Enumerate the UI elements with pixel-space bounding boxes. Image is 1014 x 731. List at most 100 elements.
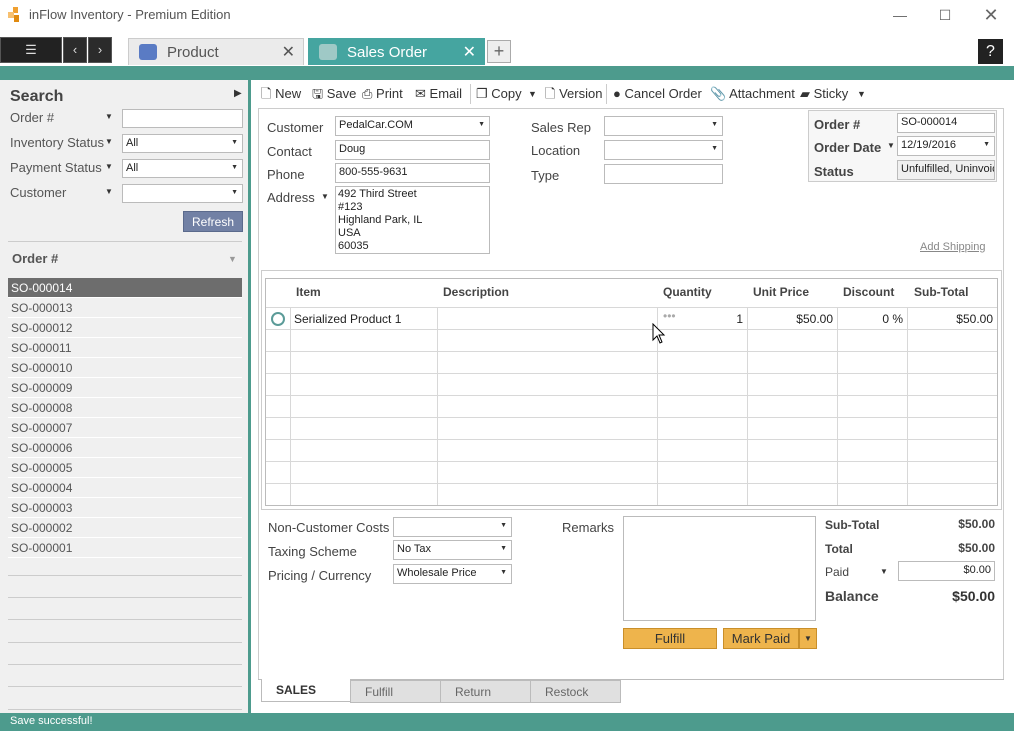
refresh-button[interactable]: Refresh (183, 211, 243, 232)
order-no-filter-input[interactable] (122, 109, 243, 128)
forward-icon[interactable]: › (88, 37, 112, 63)
order-list-header[interactable]: Order # (12, 251, 58, 266)
pricing-currency-label: Pricing / Currency (268, 568, 372, 583)
add-shipping-link[interactable]: Add Shipping (920, 241, 985, 253)
grid-line (266, 417, 997, 418)
tab-sales[interactable]: SALES (261, 679, 351, 702)
quantity-cell[interactable]: 1 (661, 312, 743, 326)
mark-paid-button[interactable]: Mark Paid (723, 628, 799, 649)
remarks-field[interactable] (623, 516, 816, 621)
header-strip (0, 66, 1014, 80)
add-tab-icon[interactable]: + (487, 40, 511, 63)
menu-icon[interactable]: ☰ (0, 37, 62, 63)
list-item[interactable]: SO-000001 (8, 538, 242, 558)
list-item[interactable]: SO-000003 (8, 498, 242, 518)
subtotal-cell[interactable]: $50.00 (911, 312, 993, 326)
divider (8, 241, 242, 242)
address-field[interactable]: 492 Third Street #123 Highland Park, IL … (335, 186, 490, 254)
list-item[interactable]: SO-000005 (8, 458, 242, 478)
sticky-dropdown-icon[interactable]: ▼ (857, 86, 866, 102)
new-button[interactable]: 🗋 New (261, 86, 301, 102)
tab-fulfill[interactable]: Fulfill (350, 680, 441, 703)
payment-status-select[interactable]: All (122, 159, 243, 178)
mark-paid-dropdown-icon[interactable]: ▼ (799, 628, 817, 649)
non-customer-costs-select[interactable] (393, 517, 512, 537)
cancel-order-button[interactable]: ● Cancel Order (613, 86, 702, 102)
fulfill-button[interactable]: Fulfill (623, 628, 717, 649)
back-icon[interactable]: ‹ (63, 37, 87, 63)
sales-rep-select[interactable] (604, 116, 723, 136)
dropdown-arrow-icon[interactable]: ▼ (105, 187, 113, 196)
list-item[interactable]: SO-000012 (8, 318, 242, 338)
save-button[interactable]: 🖫 Save (312, 86, 356, 102)
sort-arrow-icon[interactable]: ▼ (228, 254, 237, 264)
dropdown-arrow-icon[interactable]: ▼ (105, 112, 113, 121)
version-button[interactable]: 🗋 Version (545, 86, 602, 102)
tab-return[interactable]: Return (440, 680, 531, 703)
close-window-icon[interactable]: ✕ (968, 0, 1014, 30)
unit-price-cell[interactable]: $50.00 (751, 312, 833, 326)
tab-product[interactable]: Product ✕ (128, 38, 304, 65)
copy-button[interactable]: ❐ Copy (476, 86, 522, 102)
list-item[interactable]: SO-000013 (8, 298, 242, 318)
list-item[interactable]: SO-000009 (8, 378, 242, 398)
collapse-arrow-icon[interactable]: ▶ (234, 88, 242, 99)
minimize-icon[interactable]: — (877, 0, 923, 30)
list-item[interactable]: SO-000006 (8, 438, 242, 458)
row-select-radio[interactable] (271, 312, 285, 326)
order-no-label: Order # (814, 117, 861, 132)
discount-cell[interactable]: 0 % (841, 312, 903, 326)
list-item[interactable]: SO-000008 (8, 398, 242, 418)
tab-restock[interactable]: Restock (530, 680, 621, 703)
product-icon (139, 44, 157, 60)
column-header-item[interactable]: Item (296, 285, 321, 299)
toolbar-separator (470, 84, 471, 104)
column-header-discount[interactable]: Discount (843, 285, 894, 299)
grid-line (266, 483, 997, 484)
phone-field[interactable]: 800-555-9631 (335, 163, 490, 183)
list-item[interactable]: SO-000002 (8, 518, 242, 538)
window-title: inFlow Inventory - Premium Edition (29, 7, 231, 22)
list-item[interactable]: SO-000007 (8, 418, 242, 438)
close-tab-icon[interactable]: ✕ (282, 42, 295, 62)
copy-dropdown-icon[interactable]: ▼ (528, 86, 537, 102)
order-date-arrow-icon[interactable]: ▼ (887, 141, 895, 150)
customer-filter-select[interactable] (122, 184, 243, 203)
list-item[interactable]: SO-000010 (8, 358, 242, 378)
location-select[interactable] (604, 140, 723, 160)
type-field[interactable] (604, 164, 723, 184)
pricing-currency-select[interactable]: Wholesale Price (393, 564, 512, 584)
taxing-scheme-select[interactable]: No Tax (393, 540, 512, 560)
maximize-icon[interactable]: ☐ (922, 0, 968, 30)
list-item[interactable]: SO-000004 (8, 478, 242, 498)
attachment-button[interactable]: 📎 Attachment (710, 86, 795, 102)
item-cell[interactable]: Serialized Product 1 (294, 312, 401, 326)
grid-line (266, 395, 997, 396)
empty-row-line (8, 664, 242, 665)
contact-field[interactable]: Doug (335, 140, 490, 160)
inventory-status-select[interactable]: All (122, 134, 243, 153)
customer-select[interactable]: PedalCar.COM (335, 116, 490, 136)
tab-sales-order[interactable]: Sales Order ✕ (308, 38, 485, 65)
paid-field[interactable]: $0.00 (898, 561, 995, 581)
address-dropdown-icon[interactable]: ▼ (321, 192, 329, 201)
list-item[interactable]: SO-000011 (8, 338, 242, 358)
paid-dropdown-icon[interactable]: ▼ (880, 567, 888, 576)
sticky-button[interactable]: ▰ Sticky (800, 86, 848, 102)
help-button[interactable]: ? (978, 39, 1003, 64)
column-header-unit-price[interactable]: Unit Price (753, 285, 809, 299)
print-button[interactable]: ⎙ Print (362, 86, 403, 102)
close-tab-icon[interactable]: ✕ (463, 42, 476, 62)
list-item[interactable]: SO-000014 (8, 278, 242, 298)
empty-row-line (8, 686, 242, 687)
sales-rep-label: Sales Rep (531, 120, 591, 135)
order-no-field[interactable]: SO-000014 (897, 113, 995, 133)
grid-line (266, 461, 997, 462)
email-button[interactable]: ✉ Email (415, 86, 462, 102)
dropdown-arrow-icon[interactable]: ▼ (105, 162, 113, 171)
order-date-field[interactable]: 12/19/2016 (897, 136, 995, 156)
column-header-description[interactable]: Description (443, 285, 509, 299)
column-header-quantity[interactable]: Quantity (663, 285, 712, 299)
column-header-subtotal[interactable]: Sub-Total (914, 285, 968, 299)
dropdown-arrow-icon[interactable]: ▼ (105, 137, 113, 146)
